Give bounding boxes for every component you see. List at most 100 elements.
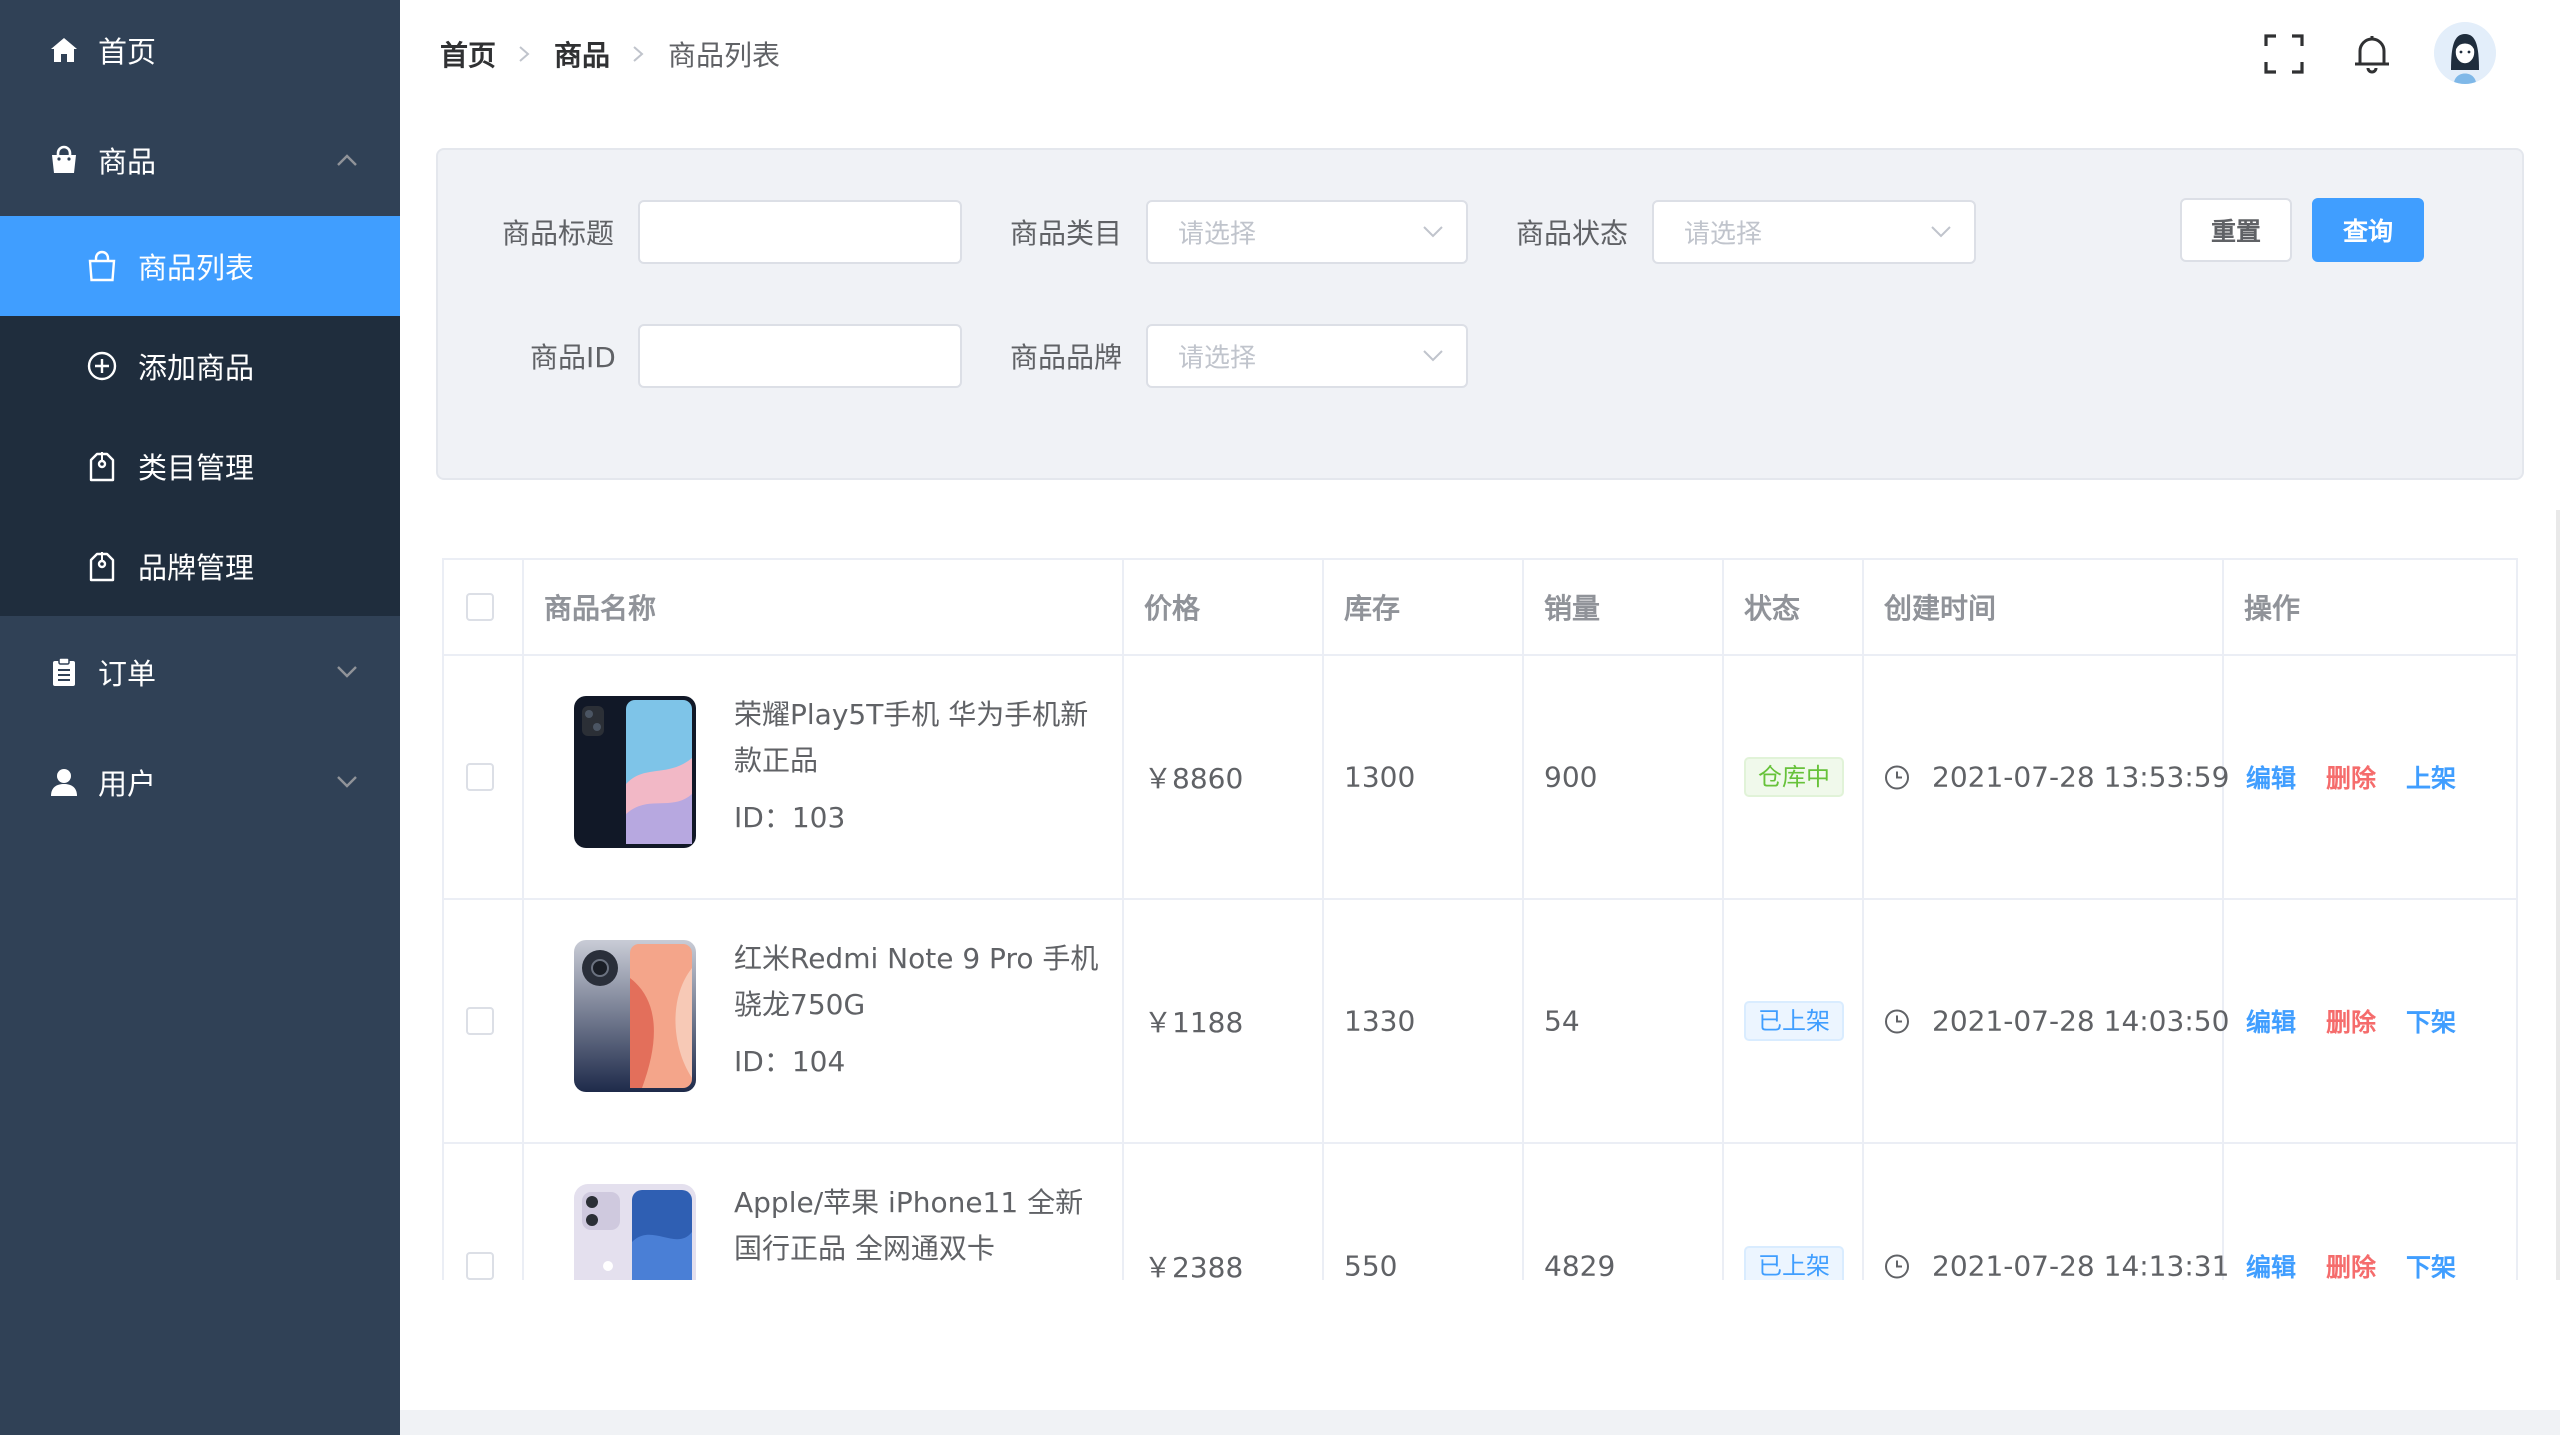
status-select[interactable]: 请选择 [1652, 200, 1976, 264]
sidebar-item-label: 订单 [98, 657, 157, 691]
sidebar-item-goods-list[interactable]: 商品列表 [0, 216, 400, 316]
table-row: Apple/苹果 iPhone11 全新国行正品 全网通双卡 ￥2388 550… [444, 1144, 2516, 1281]
edit-button[interactable]: 编辑 [2246, 1003, 2296, 1039]
title-input[interactable] [638, 200, 962, 264]
avatar[interactable] [2434, 22, 2496, 84]
ops-cell: 编辑 删除 上架 [2224, 656, 2516, 898]
delete-button[interactable]: 删除 [2326, 1248, 2376, 1280]
product-id: ID：103 [734, 801, 846, 834]
unpublish-button[interactable]: 下架 [2406, 1248, 2456, 1280]
price-value: ￥8860 [1144, 762, 1244, 795]
sales-cell: 54 [1524, 900, 1724, 1142]
column-header[interactable]: 创建时间 [1884, 587, 1996, 627]
publish-button[interactable]: 上架 [2406, 759, 2456, 795]
column-header[interactable]: 销量 [1544, 587, 1600, 627]
header-sales-cell: 销量 [1524, 560, 1724, 654]
price-cell: ￥1188 [1124, 900, 1324, 1142]
row-checkbox[interactable] [466, 1252, 494, 1280]
product-name: Apple/苹果 iPhone11 全新国行正品 全网通双卡 [734, 1186, 1084, 1265]
table-row: 荣耀Play5T手机 华为手机新款正品 ID：103 ￥8860 1300 90… [444, 656, 2516, 900]
created-time: 2021-07-28 14:13:31 [1884, 1249, 2230, 1281]
tag-icon [89, 552, 115, 582]
stock-value: 1300 [1344, 760, 1416, 794]
header-ops-cell: 操作 [2224, 560, 2516, 654]
scrollbar-track[interactable] [2556, 510, 2560, 1280]
sales-cell: 4829 [1524, 1144, 1724, 1280]
column-header[interactable]: 商品名称 [544, 587, 656, 627]
ops-cell: 编辑 删除 下架 [2224, 900, 2516, 1142]
user-icon [51, 769, 77, 796]
chevron-up-icon [337, 154, 357, 166]
breadcrumb-current: 商品列表 [668, 39, 781, 72]
select-all-checkbox[interactable] [466, 593, 494, 621]
table-header: 商品名称 价格 库存 销量 状态 创建时间 操作 [444, 560, 2516, 656]
clock-icon [1885, 765, 1909, 789]
row-select-cell [444, 1144, 524, 1280]
home-icon [51, 38, 77, 62]
ops-cell: 编辑 删除 下架 [2224, 1144, 2516, 1280]
table-row: 红米Redmi Note 9 Pro 手机 骁龙750G ID：104 ￥118… [444, 900, 2516, 1144]
reset-button[interactable]: 重置 [2180, 198, 2292, 262]
chevron-right-icon [633, 46, 644, 62]
unpublish-button[interactable]: 下架 [2406, 1003, 2456, 1039]
created-time-value: 2021-07-28 13:53:59 [1932, 760, 2230, 794]
created-time-value: 2021-07-28 14:13:31 [1932, 1249, 2230, 1281]
edit-button[interactable]: 编辑 [2246, 1248, 2296, 1280]
product-image[interactable] [572, 1182, 698, 1280]
sidebar-item-label: 商品列表 [138, 251, 255, 285]
product-name: 红米Redmi Note 9 Pro 手机 骁龙750G [734, 942, 1099, 1021]
sidebar-item-home[interactable]: 首页 [0, 0, 400, 100]
sales-value: 4829 [1544, 1249, 1616, 1281]
shopping-bag-icon [52, 145, 76, 173]
sidebar-item-users[interactable]: 用户 [0, 732, 400, 832]
category-select[interactable]: 请选择 [1146, 200, 1468, 264]
sales-cell: 900 [1524, 656, 1724, 898]
price-cell: ￥8860 [1124, 656, 1324, 898]
delete-button[interactable]: 删除 [2326, 759, 2376, 795]
row-checkbox[interactable] [466, 763, 494, 791]
id-input[interactable] [638, 324, 962, 388]
price-value: ￥2388 [1144, 1251, 1244, 1280]
stock-cell: 550 [1324, 1144, 1524, 1280]
row-actions: 编辑 删除 下架 [2246, 1248, 2486, 1280]
row-checkbox[interactable] [466, 1007, 494, 1035]
delete-button[interactable]: 删除 [2326, 1003, 2376, 1039]
sidebar-item-category[interactable]: 类目管理 [0, 416, 400, 516]
sidebar-item-goods[interactable]: 商品 [0, 110, 400, 210]
status-filter-label: 商品状态 [1516, 217, 1629, 250]
price-value: ￥1188 [1144, 1006, 1244, 1039]
stock-value: 550 [1344, 1249, 1398, 1281]
sidebar-item-brand[interactable]: 品牌管理 [0, 516, 400, 616]
column-header[interactable]: 库存 [1344, 587, 1400, 627]
status-badge: 已上架 [1744, 1001, 1844, 1041]
created-time: 2021-07-28 13:53:59 [1884, 761, 2229, 794]
fullscreen-icon[interactable] [2260, 30, 2308, 78]
edit-button[interactable]: 编辑 [2246, 759, 2296, 795]
footer-strip [400, 1410, 2560, 1435]
header-created-cell: 创建时间 [1864, 560, 2224, 654]
brand-select[interactable]: 请选择 [1146, 324, 1468, 388]
sidebar-item-label: 品牌管理 [138, 551, 255, 585]
query-button[interactable]: 查询 [2312, 198, 2424, 262]
plus-circle-icon [87, 351, 117, 381]
sidebar-item-label: 首页 [98, 35, 157, 69]
column-header[interactable]: 操作 [2244, 587, 2300, 627]
status-cell: 已上架 [1724, 900, 1864, 1142]
sidebar-item-add-goods[interactable]: 添加商品 [0, 316, 400, 416]
product-image[interactable] [572, 694, 698, 850]
sidebar-item-orders[interactable]: 订单 [0, 622, 400, 722]
column-header[interactable]: 状态 [1744, 587, 1800, 627]
product-image[interactable] [572, 938, 698, 1094]
shopping-bag-outline-icon [88, 250, 116, 282]
breadcrumb-goods[interactable]: 商品 [554, 34, 610, 74]
submenu-goods: 商品列表 添加商品 类目管理 品牌管理 [0, 216, 400, 616]
product-cell: Apple/苹果 iPhone11 全新国行正品 全网通双卡 [524, 1144, 1124, 1280]
sidebar: 首页 商品 商品列表 添加商品 类目管理 品牌管理 订单 用户 [0, 0, 400, 1435]
column-header[interactable]: 价格 [1144, 587, 1200, 627]
row-select-cell [444, 900, 524, 1142]
bell-icon[interactable] [2348, 30, 2396, 78]
sales-value: 54 [1544, 1004, 1580, 1038]
sales-value: 900 [1544, 760, 1598, 794]
breadcrumb-home[interactable]: 首页 [440, 34, 496, 74]
breadcrumb: 首页 商品 商品列表 [440, 34, 780, 74]
